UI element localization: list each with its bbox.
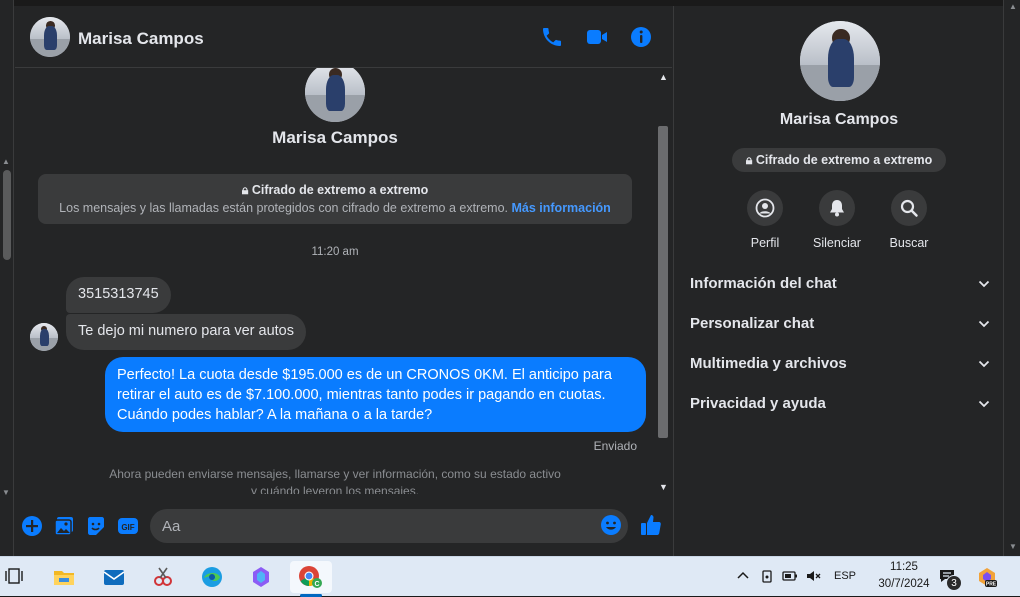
- scroll-up-arrow-icon[interactable]: ▲: [1009, 2, 1017, 11]
- chat-header: Marisa Campos: [15, 6, 672, 68]
- copilot-icon: [253, 567, 269, 587]
- chevron-down-icon: [978, 280, 990, 288]
- svg-text:PRE: PRE: [986, 582, 997, 588]
- encryption-title: 🔒︎ Cifrado de extremo a extremo: [38, 183, 632, 198]
- sticker-icon[interactable]: [85, 515, 107, 537]
- encryption-badge-label: Cifrado de extremo a extremo: [755, 153, 933, 167]
- search-button[interactable]: Buscar: [874, 190, 944, 250]
- scroll-down-arrow-icon[interactable]: ▼: [2, 488, 10, 497]
- section-customize-chat[interactable]: Personalizar chat: [690, 304, 990, 344]
- section-title: Multimedia y archivos: [690, 355, 847, 372]
- file-explorer-button[interactable]: [47, 561, 81, 593]
- timestamp-separator: 11:20 am: [311, 246, 359, 258]
- plus-icon[interactable]: [21, 515, 43, 537]
- right-scrollbar[interactable]: ▲ ▼: [1003, 0, 1020, 556]
- avatar[interactable]: [305, 68, 365, 122]
- scroll-down-arrow-icon[interactable]: ▼: [659, 482, 668, 492]
- mail-icon: [103, 570, 125, 585]
- section-chat-info[interactable]: Información del chat: [690, 264, 990, 304]
- encryption-notice: 🔒︎ Cifrado de extremo a extremo Los mens…: [38, 174, 632, 224]
- emoji-icon[interactable]: [600, 514, 622, 536]
- sent-status: Enviado: [593, 439, 637, 453]
- phone-icon[interactable]: [540, 25, 564, 49]
- chat-info-panel: Marisa Campos 🔒︎ Cifrado de extremo a ex…: [673, 6, 1003, 556]
- chevron-down-icon: [978, 320, 990, 328]
- svg-text:C: C: [314, 581, 319, 588]
- search-label: Buscar: [889, 236, 929, 250]
- profile-icon: [755, 198, 775, 218]
- battery-icon[interactable]: [782, 569, 798, 583]
- copilot-button[interactable]: [244, 561, 278, 593]
- more-info-link[interactable]: Más información: [512, 201, 611, 215]
- message-list[interactable]: Marisa Campos 🔒︎ Cifrado de extremo a ex…: [15, 68, 655, 494]
- notification-count-badge: 3: [946, 575, 962, 591]
- avatar[interactable]: [30, 323, 58, 351]
- chevron-down-icon: [978, 360, 990, 368]
- task-view-button[interactable]: [0, 561, 32, 593]
- incoming-message[interactable]: Te dejo mi numero para ver autos: [66, 314, 306, 350]
- gif-icon[interactable]: GIF: [117, 515, 139, 537]
- conversation-pane: Marisa Campos Marisa Campos 🔒︎ Cifrado d…: [15, 6, 672, 556]
- avatar[interactable]: [30, 17, 70, 57]
- encryption-description: Los mensajes y las llamadas están proteg…: [59, 201, 509, 215]
- contact-name[interactable]: Marisa Campos: [78, 29, 204, 49]
- section-title: Privacidad y ayuda: [690, 395, 826, 412]
- chrome-icon: C: [299, 566, 322, 588]
- meet-icon[interactable]: [760, 569, 774, 583]
- permissions-notice: Ahora pueden enviarse mensajes, llamarse…: [109, 467, 561, 494]
- clock-date[interactable]: 30/7/2024: [864, 578, 944, 590]
- windows-taskbar: C ESP 11:25 30/7/2024 PRE 3: [0, 556, 1020, 597]
- info-icon[interactable]: [629, 25, 653, 49]
- left-scrollbar-thumb[interactable]: [3, 170, 11, 260]
- panel-contact-name: Marisa Campos: [779, 111, 899, 128]
- scroll-down-arrow-icon[interactable]: ▼: [1009, 542, 1017, 551]
- chat-scrollbar-thumb[interactable]: [658, 126, 668, 438]
- scroll-up-arrow-icon[interactable]: ▲: [2, 157, 10, 166]
- svg-text:GIF: GIF: [121, 523, 134, 532]
- incoming-message[interactable]: 3515313745: [66, 277, 171, 313]
- profile-label: Perfil: [750, 236, 780, 250]
- edge-button[interactable]: [195, 561, 229, 593]
- clock-time[interactable]: 11:25: [874, 561, 934, 573]
- bell-icon: [830, 200, 844, 217]
- search-icon: [900, 199, 918, 217]
- file-explorer-icon: [54, 571, 74, 585]
- mail-button[interactable]: [97, 561, 131, 593]
- chevron-down-icon: [978, 400, 990, 408]
- encryption-badge[interactable]: 🔒︎ Cifrado de extremo a extremo: [732, 148, 946, 172]
- encryption-text: Los mensajes y las llamadas están proteg…: [38, 201, 632, 215]
- avatar[interactable]: [800, 21, 880, 101]
- message-composer: GIF: [15, 500, 672, 556]
- edge-icon: [202, 567, 222, 587]
- profile-name: Marisa Campos: [272, 128, 398, 147]
- section-title: Personalizar chat: [690, 315, 815, 332]
- snipping-tool-button[interactable]: [146, 561, 180, 593]
- messenger-window: ▲ ▼ Marisa Campos Marisa Campos 🔒︎ Cifra…: [0, 0, 1020, 556]
- like-icon[interactable]: [639, 513, 663, 537]
- section-media-files[interactable]: Multimedia y archivos: [690, 344, 990, 384]
- image-icon[interactable]: [53, 515, 75, 537]
- scroll-up-arrow-icon[interactable]: ▲: [659, 72, 668, 82]
- outgoing-message[interactable]: Perfecto! La cuota desde $195.000 es de …: [105, 357, 646, 432]
- section-privacy-help[interactable]: Privacidad y ayuda: [690, 384, 990, 424]
- task-view-icon: [5, 568, 23, 584]
- snipping-tool-icon: [154, 567, 172, 586]
- mute-button[interactable]: Silenciar: [802, 190, 872, 250]
- lock-icon: 🔒︎: [745, 153, 753, 167]
- section-title: Información del chat: [690, 275, 837, 292]
- encryption-title-text: Cifrado de extremo a extremo: [251, 183, 429, 197]
- left-scrollbar[interactable]: ▲ ▼: [0, 0, 14, 556]
- chrome-button[interactable]: C: [290, 561, 332, 593]
- video-call-icon[interactable]: [585, 25, 609, 49]
- copilot-preview-icon[interactable]: PRE: [976, 566, 998, 588]
- volume-muted-icon[interactable]: [806, 569, 822, 583]
- chevron-up-icon[interactable]: [736, 569, 750, 583]
- lock-icon: 🔒︎: [241, 183, 249, 197]
- mute-label: Silenciar: [813, 236, 861, 250]
- chat-scrollbar[interactable]: ▲ ▼: [656, 68, 670, 494]
- profile-button[interactable]: Perfil: [730, 190, 800, 250]
- language-indicator[interactable]: ESP: [834, 570, 856, 582]
- message-input[interactable]: [150, 509, 628, 543]
